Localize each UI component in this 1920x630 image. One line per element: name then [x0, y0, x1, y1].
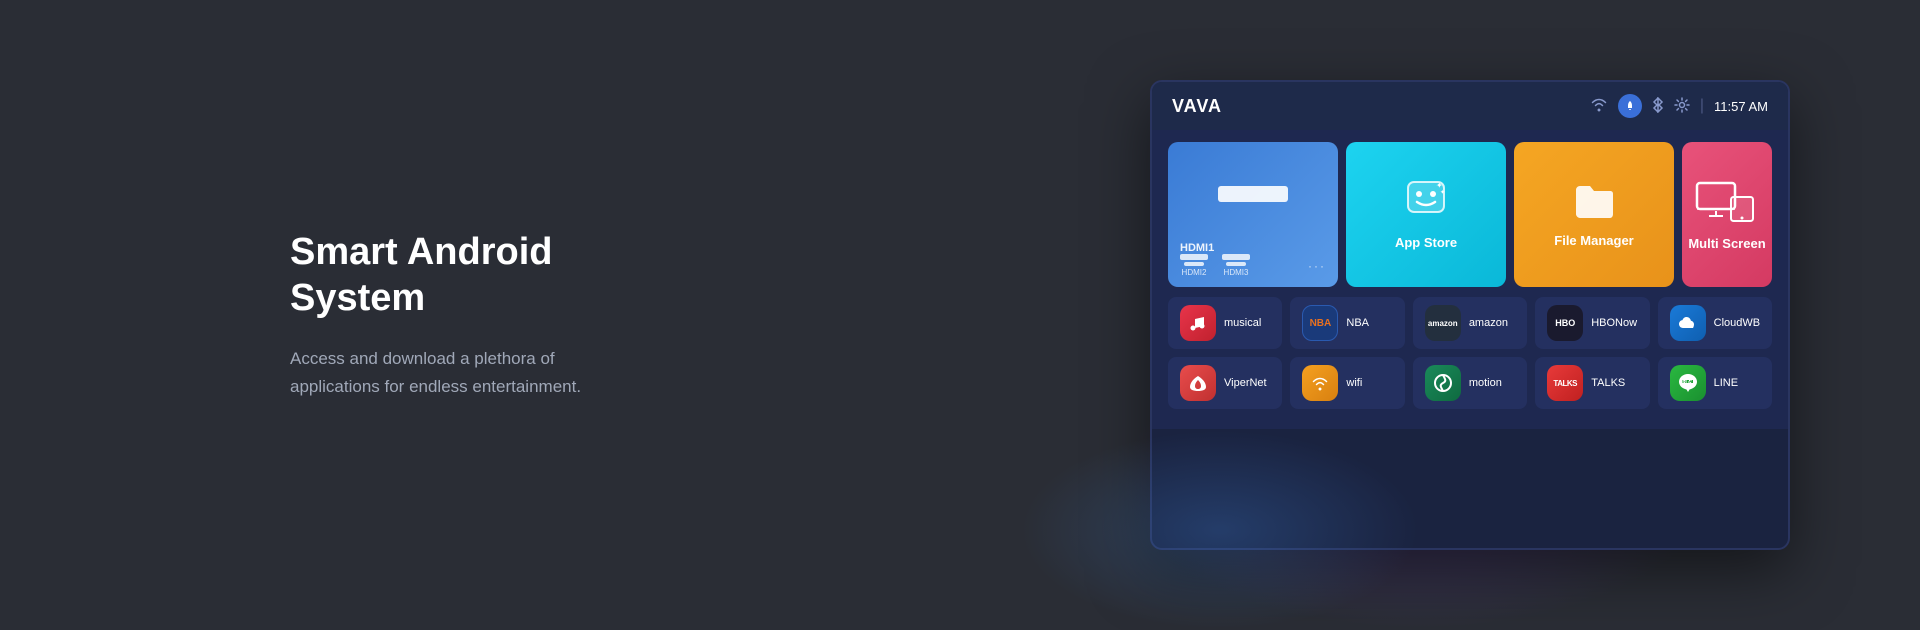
line-label: LINE: [1714, 377, 1738, 389]
settings-status-icon[interactable]: [1674, 97, 1690, 116]
multi-screen-icon: [1695, 179, 1759, 228]
hdmi-device-icon: [1218, 186, 1288, 202]
tv-topbar: VAVA: [1152, 82, 1788, 130]
nba-app[interactable]: NBA NBA: [1290, 297, 1404, 349]
hdmi2-label: HDMI2: [1182, 268, 1207, 277]
wifi-app[interactable]: wifi: [1290, 357, 1404, 409]
cloudwb-icon: [1670, 305, 1706, 341]
wifi-label: wifi: [1346, 377, 1362, 389]
hdmi-bottom: HDMI2 HDMI3 ···: [1180, 254, 1326, 277]
wifi-status-icon: [1590, 98, 1608, 115]
file-manager-label: File Manager: [1554, 233, 1633, 248]
motion-app[interactable]: motion: [1413, 357, 1527, 409]
tv-statusbar: | 11:57 AM: [1590, 94, 1768, 118]
main-title: Smart Android System: [290, 230, 640, 321]
file-manager-tile[interactable]: File Manager: [1514, 142, 1674, 287]
hbonow-label: HBONow: [1591, 317, 1637, 329]
amazon-label: amazon: [1469, 317, 1508, 329]
hdmi3-bar: [1222, 254, 1250, 260]
hdmi1-label: HDMI1: [1180, 242, 1326, 254]
tv-logo: VAVA: [1172, 96, 1222, 117]
line-icon: [1670, 365, 1706, 401]
multi-screen-label: Multi Screen: [1688, 236, 1765, 251]
top-tiles-row: HDMI1 HDMI2 HDMI3: [1168, 142, 1772, 287]
hbonow-app[interactable]: HBO HBONow: [1535, 297, 1649, 349]
app-store-label: App Store: [1395, 235, 1457, 250]
vipernet-icon: [1180, 365, 1216, 401]
vipernet-label: ViperNet: [1224, 377, 1267, 389]
svg-text:✦: ✦: [1440, 189, 1445, 196]
hdmi2-bar: [1180, 254, 1208, 260]
cloudwb-label: CloudWB: [1714, 317, 1760, 329]
amazon-icon: amazon: [1425, 305, 1461, 341]
hdmi3-sub[interactable]: HDMI3: [1222, 254, 1250, 277]
app-store-tile[interactable]: ✦ ✦ App Store: [1346, 142, 1506, 287]
motion-label: motion: [1469, 377, 1502, 389]
talks-label: TALKS: [1591, 377, 1625, 389]
musical-icon: [1180, 305, 1216, 341]
status-time: 11:57 AM: [1714, 99, 1768, 114]
hdmi3-label: HDMI3: [1224, 268, 1249, 277]
file-manager-icon: [1572, 182, 1616, 225]
talks-app[interactable]: TALKS TALKS: [1535, 357, 1649, 409]
app-store-icon: ✦ ✦: [1402, 180, 1450, 227]
nba-icon: NBA: [1302, 305, 1338, 341]
hbo-icon: HBO: [1547, 305, 1583, 341]
hdmi-tile[interactable]: HDMI1 HDMI2 HDMI3: [1168, 142, 1338, 287]
app-row-2: ViperNet wifi: [1168, 357, 1772, 409]
bell-status-icon: [1618, 94, 1642, 118]
hdmi-dots: ···: [1308, 259, 1326, 273]
hdmi2-bar-small: [1184, 262, 1204, 266]
nba-label: NBA: [1346, 317, 1369, 329]
app-row-1: musical NBA NBA amazon amazon HB: [1168, 297, 1772, 349]
talks-icon: TALKS: [1547, 365, 1583, 401]
musical-app[interactable]: musical: [1168, 297, 1282, 349]
multi-screen-tile[interactable]: Multi Screen: [1682, 142, 1772, 287]
amazon-app[interactable]: amazon amazon: [1413, 297, 1527, 349]
bluetooth-status-icon: [1652, 97, 1664, 116]
left-section: Smart Android System Access and download…: [0, 230, 640, 400]
page-wrapper: Smart Android System Access and download…: [0, 0, 1920, 630]
vipernet-app[interactable]: ViperNet: [1168, 357, 1282, 409]
status-divider: |: [1700, 97, 1704, 115]
line-app[interactable]: LINE: [1658, 357, 1772, 409]
tv-content: HDMI1 HDMI2 HDMI3: [1152, 130, 1788, 429]
musical-label: musical: [1224, 317, 1261, 329]
motion-icon: [1425, 365, 1461, 401]
svg-text:✦: ✦: [1436, 181, 1443, 190]
wifi-app-icon: [1302, 365, 1338, 401]
tv-screen: VAVA: [1150, 80, 1790, 550]
hdmi3-bar-small: [1226, 262, 1246, 266]
cloudwb-app[interactable]: CloudWB: [1658, 297, 1772, 349]
hdmi2-sub[interactable]: HDMI2: [1180, 254, 1208, 277]
main-description: Access and download a plethora ofapplica…: [290, 345, 640, 399]
